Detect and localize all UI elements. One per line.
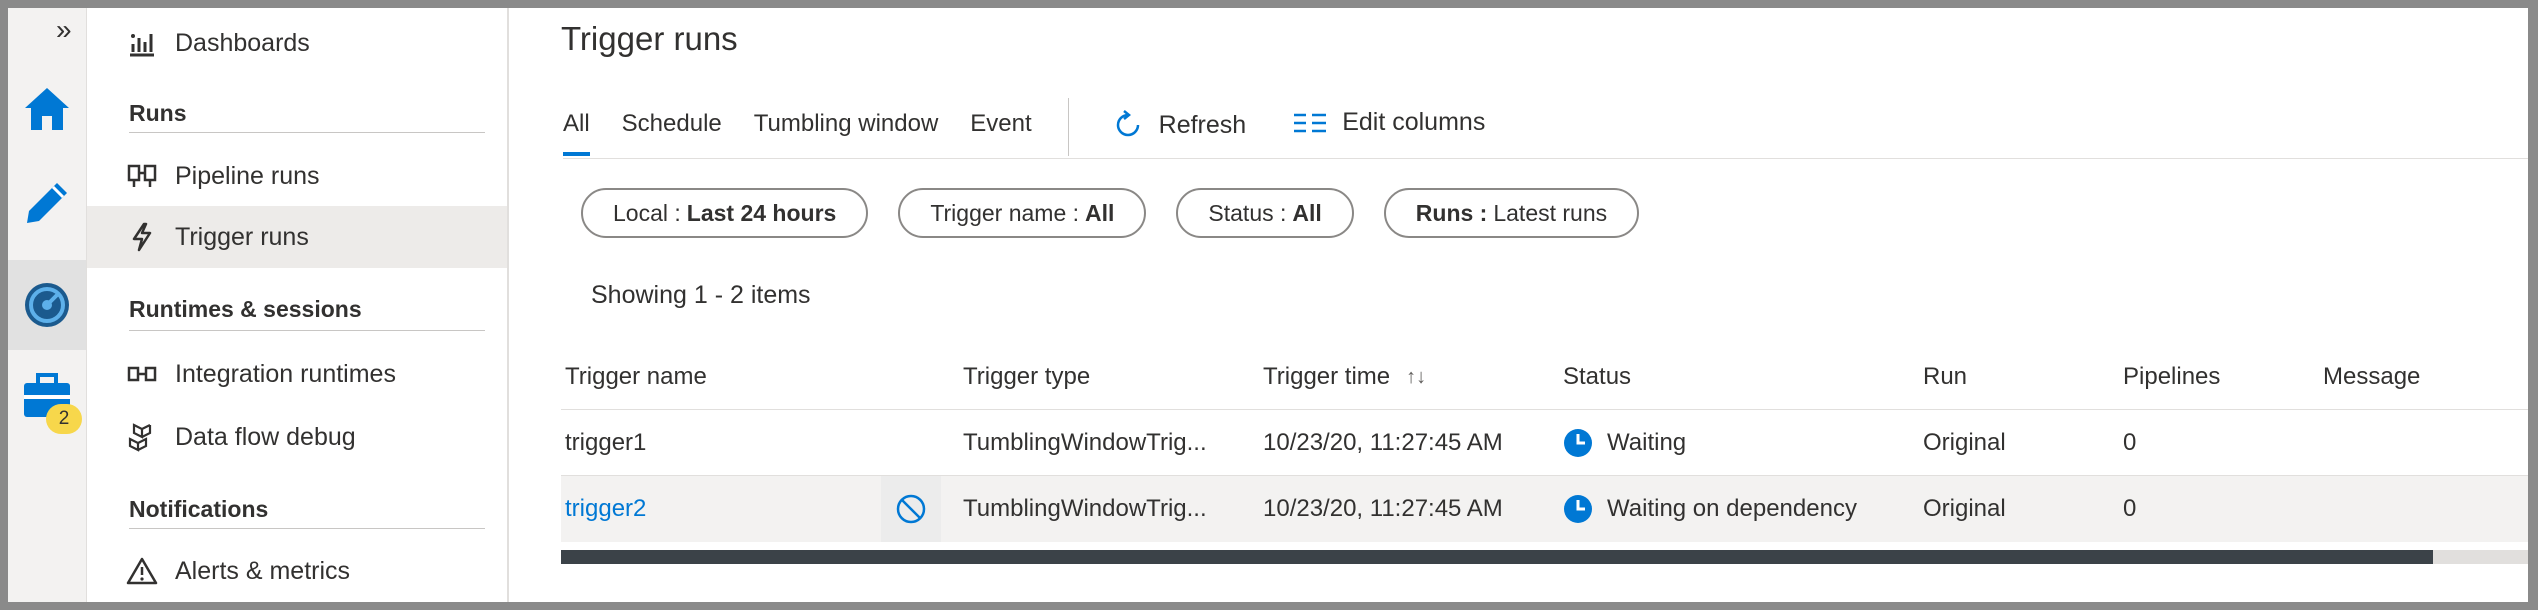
- header-divider: [563, 158, 2528, 159]
- column-header-pipelines[interactable]: Pipelines: [2123, 344, 2220, 410]
- filter-value: Latest runs: [1493, 199, 1608, 226]
- table-row[interactable]: trigger2 TumblingWindowTrig... 10/23/20,…: [561, 476, 2528, 542]
- tab-event[interactable]: Event: [970, 104, 1031, 156]
- nav-item-label: Pipeline runs: [175, 161, 320, 190]
- page-title: Trigger runs: [561, 20, 738, 57]
- status-cell: Waiting on dependency: [1563, 476, 1857, 542]
- clock-icon: [1564, 429, 1592, 457]
- filter-runs[interactable]: Runs : Latest runs: [1383, 188, 1640, 238]
- cancel-icon: [896, 494, 926, 524]
- filter-label: Runs :: [1415, 199, 1488, 226]
- nav-item-integration-runtimes[interactable]: Integration runtimes: [87, 343, 507, 405]
- trigger-type-cell: TumblingWindowTrig...: [963, 429, 1207, 456]
- filter-local-time[interactable]: Local : Last 24 hours: [581, 188, 869, 238]
- nav-item-pipeline-runs[interactable]: Pipeline runs: [87, 145, 507, 207]
- pipeline-icon: [125, 159, 159, 193]
- nav-item-data-flow-debug[interactable]: Data flow debug: [87, 406, 507, 468]
- tab-bar: All Schedule Tumbling window Event Refre…: [563, 98, 1531, 160]
- nav-item-label: Data flow debug: [175, 422, 356, 451]
- pipelines-cell: 0: [2123, 495, 2137, 522]
- tab-all[interactable]: All: [563, 104, 590, 156]
- data-flow-icon: [125, 420, 159, 454]
- status-text: Waiting: [1607, 429, 1687, 456]
- nav-item-label: Alerts & metrics: [175, 556, 351, 585]
- nav-item-label: Trigger runs: [175, 222, 309, 251]
- toolbar-divider: [1067, 98, 1069, 156]
- cancel-button[interactable]: [881, 476, 941, 542]
- trigger-name-link[interactable]: trigger2: [565, 476, 646, 542]
- filter-label: Trigger name :: [930, 199, 1080, 226]
- dashboard-icon: [125, 26, 159, 60]
- monitor-icon[interactable]: [8, 260, 86, 350]
- column-header-trigger-type[interactable]: Trigger type: [963, 344, 1090, 410]
- notification-badge: 2: [46, 404, 82, 434]
- trigger-type-cell: TumblingWindowTrig...: [963, 495, 1207, 522]
- integration-runtime-icon: [125, 357, 159, 391]
- runtimes-heading: Runtimes & sessions: [129, 296, 362, 322]
- nav-item-alerts-metrics[interactable]: Alerts & metrics: [87, 540, 507, 602]
- run-cell: Original: [1923, 429, 2006, 456]
- columns-icon: [1294, 113, 1327, 132]
- runs-heading: Runs: [129, 100, 187, 126]
- home-icon[interactable]: [8, 64, 86, 154]
- pencil-icon[interactable]: [8, 158, 86, 248]
- edit-columns-label: Edit columns: [1342, 108, 1486, 136]
- filter-label: Local :: [613, 199, 681, 226]
- column-header-label: Trigger time: [1263, 363, 1391, 390]
- refresh-icon: [1116, 110, 1139, 137]
- trigger-time-cell: 10/23/20, 11:27:45 AM: [1263, 429, 1503, 456]
- lightning-icon: [125, 220, 159, 254]
- scrollbar-thumb[interactable]: [561, 550, 2433, 564]
- column-header-status[interactable]: Status: [1563, 344, 1631, 410]
- column-header-message[interactable]: Message: [2323, 344, 2420, 410]
- nav-item-dashboards[interactable]: Dashboards: [87, 12, 507, 74]
- notifications-heading: Notifications: [129, 496, 269, 522]
- table-row[interactable]: trigger1 TumblingWindowTrig... 10/23/20,…: [561, 410, 2528, 476]
- column-header-trigger-time[interactable]: Trigger time ↑↓: [1263, 344, 1426, 410]
- filter-label: Status :: [1208, 199, 1287, 226]
- column-header-run[interactable]: Run: [1923, 344, 1967, 410]
- edit-columns-button[interactable]: Edit columns: [1292, 104, 1485, 137]
- filter-status[interactable]: Status : All: [1176, 188, 1354, 238]
- status-cell: Waiting: [1563, 410, 1686, 476]
- filter-bar: Local : Last 24 hours Trigger name : All…: [581, 188, 1669, 238]
- filter-trigger-name[interactable]: Trigger name : All: [898, 188, 1147, 238]
- divider: [129, 528, 485, 529]
- main-content: Trigger runs All Schedule Tumbling windo…: [511, 8, 2528, 602]
- filter-value: All: [1085, 199, 1115, 226]
- divider: [129, 132, 485, 133]
- item-count: Showing 1 - 2 items: [591, 281, 811, 309]
- app-frame: » 2 Dashboards Runs Pipeline runs Trigge…: [8, 8, 2528, 602]
- pipelines-cell: 0: [2123, 429, 2137, 456]
- trigger-time-cell: 10/23/20, 11:27:45 AM: [1263, 495, 1503, 522]
- status-text: Waiting on dependency: [1607, 495, 1857, 522]
- horizontal-scrollbar[interactable]: [561, 550, 2528, 564]
- left-rail: » 2: [8, 8, 87, 602]
- monitor-nav-panel: Dashboards Runs Pipeline runs Trigger ru…: [87, 8, 509, 602]
- refresh-button[interactable]: Refresh: [1111, 104, 1247, 142]
- filter-value: Last 24 hours: [686, 199, 837, 226]
- run-cell: Original: [1923, 495, 2006, 522]
- column-header-trigger-name[interactable]: Trigger name: [565, 344, 707, 410]
- divider: [129, 330, 485, 331]
- trigger-name-cell: trigger1: [565, 429, 647, 456]
- refresh-label: Refresh: [1158, 110, 1247, 139]
- filter-value: All: [1292, 199, 1322, 226]
- nav-item-trigger-runs[interactable]: Trigger runs: [87, 206, 507, 268]
- table-header-row: Trigger name Trigger type Trigger time ↑…: [561, 344, 2528, 410]
- clock-icon: [1564, 495, 1592, 523]
- tab-tumbling-window[interactable]: Tumbling window: [754, 104, 939, 156]
- warning-icon: [125, 554, 159, 588]
- nav-item-label: Integration runtimes: [175, 359, 396, 388]
- nav-item-label: Dashboards: [175, 28, 310, 57]
- expand-icon[interactable]: »: [56, 14, 72, 46]
- tab-schedule[interactable]: Schedule: [622, 104, 722, 156]
- sort-icon[interactable]: ↑↓: [1406, 366, 1426, 389]
